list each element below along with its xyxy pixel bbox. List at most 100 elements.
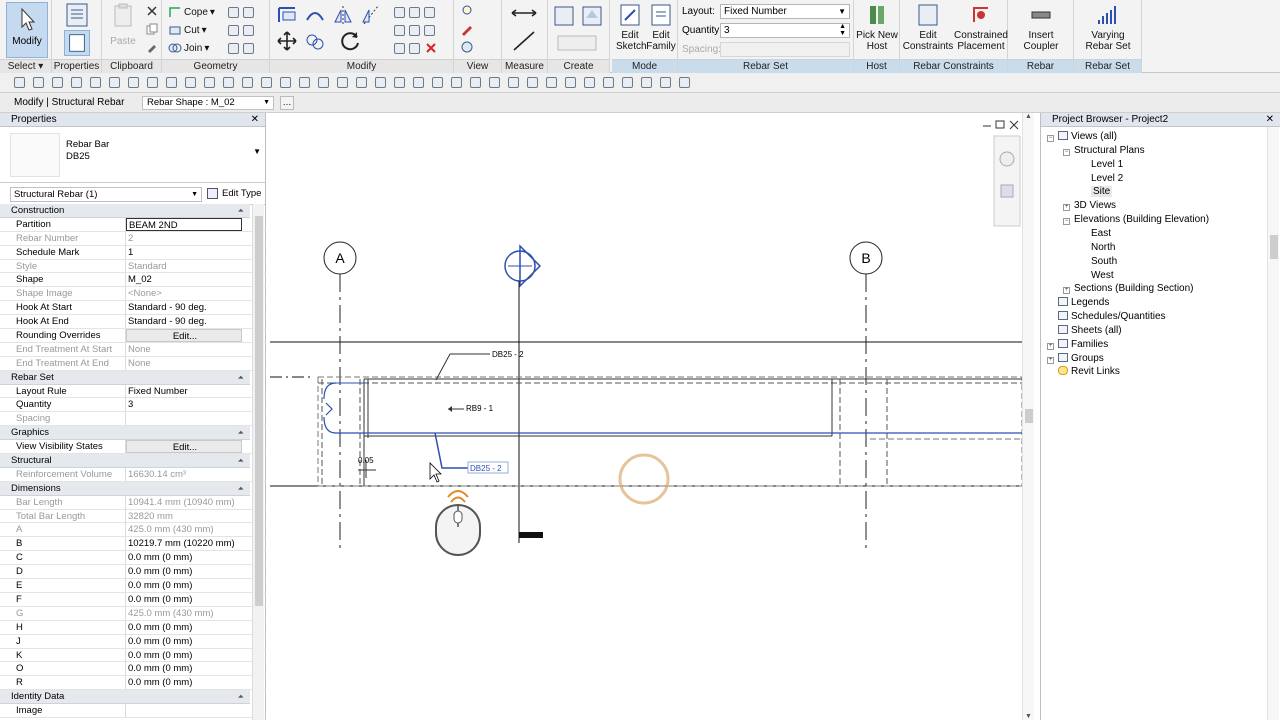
- view-tool-icon-8[interactable]: [413, 77, 424, 88]
- property-value[interactable]: BEAM 2ND: [126, 217, 242, 231]
- property-row[interactable]: H 0.0 mm (0 mm): [0, 620, 266, 635]
- property-row[interactable]: Style Standard: [0, 259, 266, 274]
- trim-icon[interactable]: [394, 6, 405, 18]
- tree-item[interactable]: + Families: [1047, 338, 1108, 351]
- selected-rebar[interactable]: [323, 382, 1022, 434]
- pick-new-host-button[interactable]: Pick New Host: [856, 2, 898, 52]
- split-face-icon[interactable]: [243, 6, 254, 18]
- measure-small-icon[interactable]: [109, 77, 120, 88]
- beam[interactable]: [317, 376, 1023, 487]
- edit-constraints-button[interactable]: Edit Constraints: [902, 2, 954, 52]
- section-rebar-set[interactable]: Rebar Set ⏶: [0, 370, 250, 385]
- tree-item[interactable]: Schedules/Quantities: [1047, 310, 1166, 323]
- collapse-icon[interactable]: −: [1063, 148, 1070, 156]
- dimension-value[interactable]: 0.05: [358, 456, 374, 465]
- edit-family-button[interactable]: Edit Family: [646, 2, 676, 52]
- array-icon[interactable]: [394, 42, 405, 54]
- tree-item[interactable]: Sheets (all): [1047, 324, 1122, 337]
- property-row[interactable]: J 0.0 mm (0 mm): [0, 634, 266, 649]
- property-row[interactable]: Image: [0, 704, 266, 718]
- edit-sketch-button[interactable]: Edit Sketch: [616, 2, 647, 52]
- property-row[interactable]: G 425.0 mm (430 mm): [0, 606, 266, 621]
- spacing-field[interactable]: [720, 42, 850, 57]
- view-tool-icon-16[interactable]: [565, 77, 576, 88]
- property-value[interactable]: Standard - 90 deg.: [126, 315, 242, 328]
- join-button[interactable]: Join ▾: [168, 40, 209, 56]
- collapse-icon[interactable]: −: [1063, 218, 1070, 226]
- property-row[interactable]: Quantity 3: [0, 398, 266, 413]
- tree-item[interactable]: + Sections (Building Section): [1063, 282, 1194, 295]
- close-hidden-icon[interactable]: [242, 77, 253, 88]
- view-filter-icon[interactable]: [460, 40, 474, 54]
- property-row[interactable]: Spacing: [0, 412, 266, 427]
- property-row[interactable]: C 0.0 mm (0 mm): [0, 551, 266, 566]
- property-row[interactable]: B 10219.7 mm (10220 mm): [0, 537, 266, 552]
- offset-icon[interactable]: [304, 4, 326, 26]
- text-icon[interactable]: [166, 77, 177, 88]
- aligned-dimension-icon[interactable]: [510, 30, 538, 52]
- thin-lines-icon[interactable]: [223, 77, 234, 88]
- constrained-placement-button[interactable]: Constrained Placement: [954, 2, 1008, 52]
- delete-icon[interactable]: [424, 41, 438, 55]
- tree-item[interactable]: + Groups: [1047, 352, 1104, 365]
- view-window-controls[interactable]: [983, 120, 1019, 130]
- demolish-icon[interactable]: [228, 42, 239, 54]
- view-tool-icon-5[interactable]: [356, 77, 367, 88]
- view-tool-icon-18[interactable]: [603, 77, 614, 88]
- 3d-view-icon[interactable]: [185, 77, 196, 88]
- tree-item[interactable]: − Elevations (Building Elevation): [1063, 213, 1209, 226]
- type-selector[interactable]: Rebar Bar DB25 ▼: [0, 127, 265, 183]
- tree-item[interactable]: Level 2: [1091, 172, 1123, 185]
- brush-icon[interactable]: [243, 42, 254, 54]
- save-icon[interactable]: [33, 77, 44, 88]
- navigation-bar[interactable]: [993, 135, 1021, 227]
- property-row[interactable]: F 0.0 mm (0 mm): [0, 592, 266, 607]
- view-tool-icon-22[interactable]: [679, 77, 690, 88]
- tree-item[interactable]: +3D Views: [1063, 199, 1116, 212]
- property-value[interactable]: 0.0 mm (0 mm): [126, 593, 242, 606]
- collapse-icon[interactable]: −: [1047, 135, 1054, 142]
- create-parts-icon[interactable]: [580, 4, 604, 28]
- property-row[interactable]: Rounding Overrides Edit...: [0, 329, 266, 343]
- override-graphics-icon[interactable]: [460, 22, 474, 36]
- expand-icon[interactable]: +: [1047, 356, 1054, 364]
- property-row[interactable]: Shape M_02: [0, 273, 266, 288]
- section-structural[interactable]: Structural ⏶: [0, 454, 250, 468]
- tree-item[interactable]: Site: [1091, 185, 1113, 198]
- property-value[interactable]: None: [126, 357, 242, 370]
- create-assembly-icon[interactable]: [552, 4, 576, 28]
- spinner-icon[interactable]: ▲ ▼: [839, 23, 846, 37]
- property-value[interactable]: 16630.14 cm³: [126, 468, 242, 481]
- view-tool-icon-4[interactable]: [337, 77, 348, 88]
- edit-button[interactable]: Edit...: [126, 329, 242, 342]
- rebar-hook-start[interactable]: [323, 382, 337, 400]
- scroll-up-icon[interactable]: ▲: [1025, 113, 1032, 120]
- property-value[interactable]: [126, 412, 242, 425]
- rebar-tag-db25-selected[interactable]: DB25 - 2: [434, 432, 509, 474]
- pin-icon[interactable]: [424, 6, 435, 18]
- property-row[interactable]: O 0.0 mm (0 mm): [0, 662, 266, 677]
- view-tool-icon-10[interactable]: [451, 77, 462, 88]
- cut-button[interactable]: Cut ▾: [168, 22, 207, 38]
- expand-icon[interactable]: +: [1063, 204, 1070, 212]
- rebar-tag-db25-top[interactable]: DB25 - 2: [435, 350, 524, 381]
- expand-icon[interactable]: +: [1063, 287, 1070, 295]
- property-row[interactable]: A 425.0 mm (430 mm): [0, 523, 266, 538]
- property-row[interactable]: Shape Image <None>: [0, 287, 266, 302]
- rebar-shape-select[interactable]: Rebar Shape : M_02 ▼: [142, 96, 274, 110]
- property-value[interactable]: 10219.7 mm (10220 mm): [126, 537, 242, 550]
- varying-rebar-set-button[interactable]: Varying Rebar Set: [1080, 2, 1136, 52]
- tree-item[interactable]: Legends: [1047, 296, 1109, 309]
- drawing-canvas[interactable]: A B DB25 - 2 RB9 - 1 DB25 - 2 0.05 ▲ ▼: [270, 113, 1036, 720]
- move-icon[interactable]: [276, 30, 298, 52]
- view-tool-icon-21[interactable]: [660, 77, 671, 88]
- view-tool-icon-1[interactable]: [280, 77, 291, 88]
- close-icon[interactable]: ✕: [1266, 113, 1274, 127]
- view-tool-icon-6[interactable]: [375, 77, 386, 88]
- property-row[interactable]: View Visibility States Edit...: [0, 440, 266, 455]
- tree-item[interactable]: East: [1091, 227, 1111, 240]
- copy-icon[interactable]: [146, 23, 158, 35]
- sync-icon[interactable]: [52, 77, 63, 88]
- property-value[interactable]: 0.0 mm (0 mm): [126, 662, 242, 675]
- view-tool-icon-12[interactable]: [489, 77, 500, 88]
